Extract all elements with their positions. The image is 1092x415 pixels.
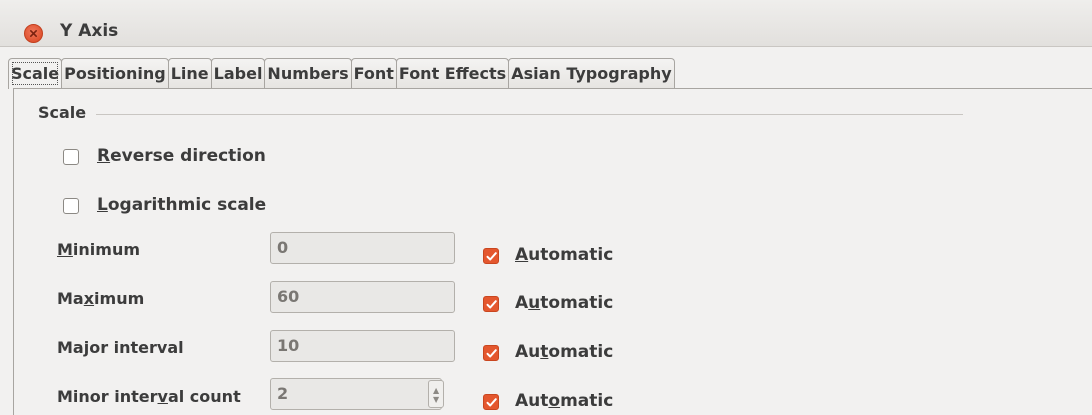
minor-interval-count-label: Minor interval count — [57, 387, 241, 406]
major-interval-label: Major interval — [57, 338, 184, 357]
major-interval-automatic-label: Automatic — [515, 342, 614, 362]
logarithmic-scale-checkbox[interactable] — [63, 198, 79, 214]
minor-interval-count-field[interactable]: 2 — [270, 378, 442, 410]
logarithmic-scale-label: Logarithmic scale — [97, 195, 267, 215]
section-title: Scale — [38, 103, 87, 122]
tab-scale[interactable]: Scale — [8, 58, 63, 89]
section-divider — [96, 114, 963, 115]
spin-down-icon[interactable]: ▼ — [433, 396, 439, 404]
major-interval-automatic-checkbox[interactable] — [483, 345, 499, 361]
tab-bar: Scale Positioning Line Label Numbers Fon… — [8, 58, 675, 89]
tab-line[interactable]: Line — [167, 58, 212, 89]
maximum-automatic-label: Automatic — [515, 293, 614, 313]
close-icon[interactable] — [24, 24, 43, 43]
reverse-direction-label: Reverse direction — [97, 146, 266, 166]
title-bar: Y Axis — [0, 0, 1092, 47]
maximum-field[interactable]: 60 — [270, 281, 455, 313]
spin-up-icon[interactable]: ▲ — [433, 387, 439, 395]
minor-interval-spinner[interactable]: ▲ ▼ — [428, 380, 444, 408]
minimum-label: Minimum — [57, 240, 141, 259]
tab-asian-typography[interactable]: Asian Typography — [508, 58, 675, 89]
major-interval-field[interactable]: 10 — [270, 330, 455, 362]
minimum-automatic-checkbox[interactable] — [483, 248, 499, 264]
window-title: Y Axis — [60, 21, 119, 41]
minor-interval-automatic-checkbox[interactable] — [483, 394, 499, 410]
tab-numbers[interactable]: Numbers — [264, 58, 352, 89]
tab-label[interactable]: Label — [210, 58, 266, 89]
reverse-direction-checkbox[interactable] — [63, 149, 79, 165]
maximum-label: Maximum — [57, 289, 145, 308]
tab-font-effects[interactable]: Font Effects — [395, 58, 510, 89]
maximum-automatic-checkbox[interactable] — [483, 296, 499, 312]
minimum-field[interactable]: 0 — [270, 232, 455, 264]
minimum-automatic-label: Automatic — [515, 245, 614, 265]
tab-font[interactable]: Font — [350, 58, 397, 89]
tab-positioning[interactable]: Positioning — [61, 58, 169, 89]
minor-interval-automatic-label: Automatic — [515, 391, 614, 411]
